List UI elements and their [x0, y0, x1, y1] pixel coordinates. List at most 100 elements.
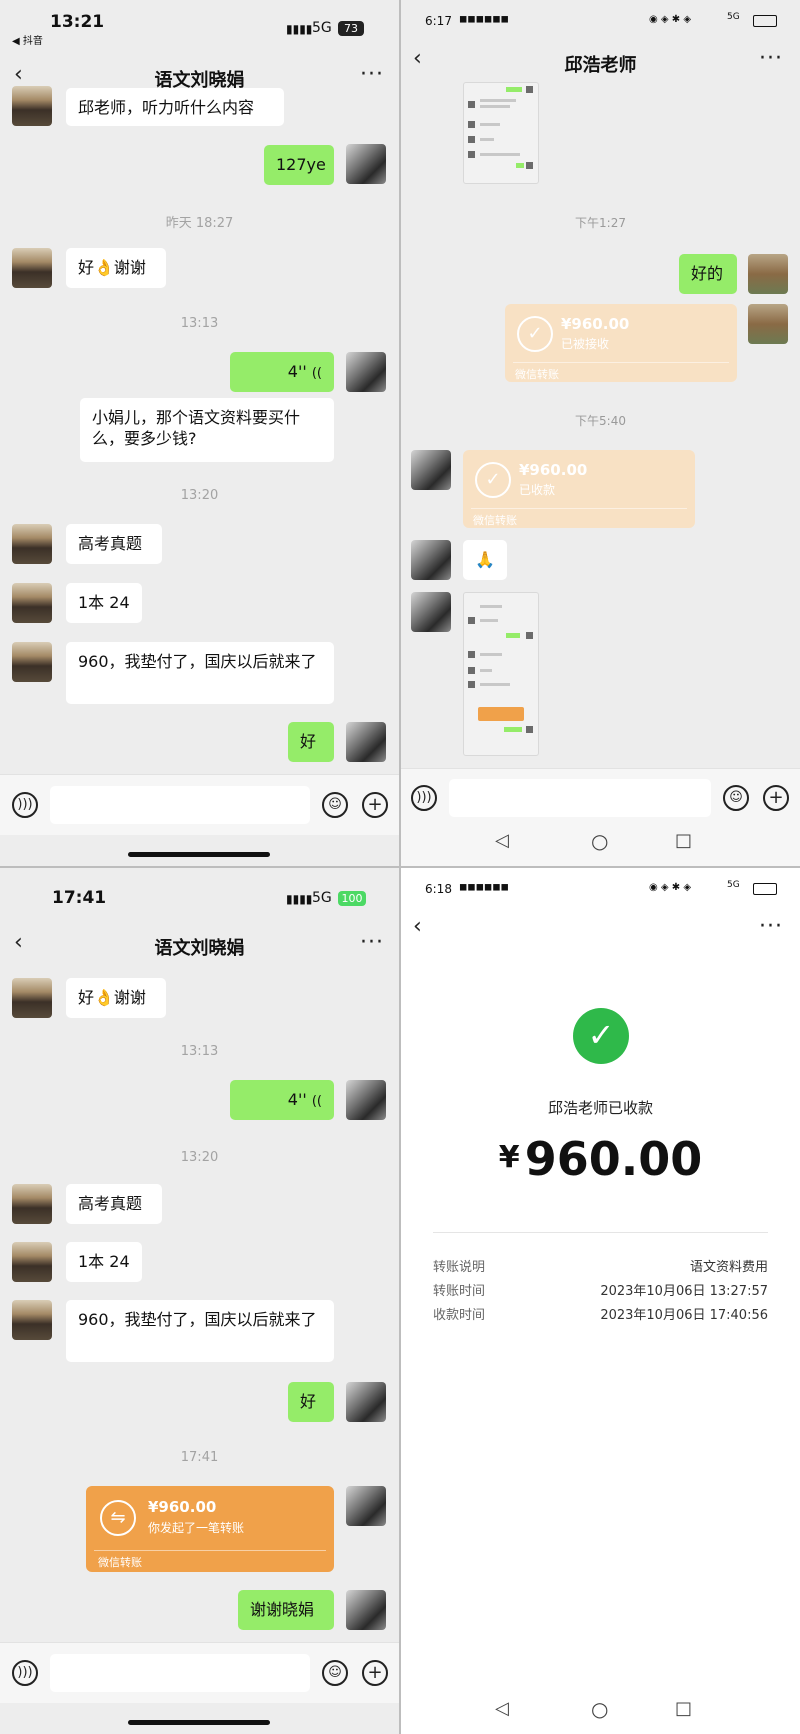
contact-avatar[interactable]: [411, 592, 451, 632]
back-to-app-link[interactable]: ◀ 抖音: [12, 32, 43, 47]
message-bubble: 好👌谢谢: [66, 978, 166, 1018]
message-bubble: 高考真题: [66, 524, 162, 564]
message-bubble: 高考真题: [66, 1184, 162, 1224]
nav-home-icon[interactable]: ○: [591, 829, 608, 853]
timestamp: 17:41: [180, 1450, 219, 1465]
row-value-transfer-time: 2023年10月06日 13:27:57: [600, 1284, 768, 1299]
self-avatar[interactable]: [346, 1486, 386, 1526]
emoji-icon[interactable]: ☺: [322, 1660, 348, 1686]
nav-recents-icon[interactable]: □: [675, 1698, 692, 1719]
row-value-receive-time: 2023年10月06日 17:40:56: [600, 1308, 768, 1323]
contact-avatar[interactable]: [12, 1184, 52, 1224]
receipt-amount: 960.00: [524, 1132, 703, 1186]
chat-title: 邱浩老师: [564, 55, 637, 76]
screenshot-image-message[interactable]: [463, 82, 539, 184]
chat-screen-liu-xiaojuan-2: 17:41 ▮▮▮▮ 5G 100 ‹ 语文刘晓娟 ··· 好👌谢谢 13:13…: [0, 868, 399, 1734]
notification-icons: ◼◼◼◼◼◼: [459, 14, 509, 25]
input-bar: ))) ☺ +: [0, 1642, 399, 1703]
more-options-icon[interactable]: ···: [759, 914, 783, 939]
timestamp: 13:13: [180, 316, 219, 331]
message-input[interactable]: [449, 779, 711, 817]
contact-avatar[interactable]: [12, 583, 52, 623]
self-avatar[interactable]: [346, 722, 386, 762]
message-bubble: 1本 24: [66, 583, 142, 623]
transfer-card-sent[interactable]: ⇋ ¥960.00 你发起了一笔转账 微信转账: [86, 1486, 334, 1572]
contact-avatar[interactable]: [12, 86, 52, 126]
status-time: 17:41: [52, 888, 107, 908]
battery-icon: 73: [338, 21, 364, 36]
nav-home-icon[interactable]: ○: [591, 1697, 608, 1721]
plus-icon[interactable]: +: [362, 1660, 388, 1686]
voice-message[interactable]: 4'' ((: [230, 1080, 334, 1120]
emoji-message: 🙏: [463, 540, 507, 580]
self-avatar[interactable]: [346, 352, 386, 392]
divider: [433, 1232, 768, 1233]
voice-input-icon[interactable]: ))): [12, 792, 38, 818]
message-bubble-self: 好的: [679, 254, 737, 294]
transfer-amount: ¥960.00: [519, 461, 588, 479]
success-check-icon: ✓: [573, 1008, 629, 1064]
system-status-icons: ◉ ◈ ✱ ◈: [649, 882, 692, 893]
contact-avatar[interactable]: [12, 1300, 52, 1340]
contact-avatar[interactable]: [411, 540, 451, 580]
screenshot-image-message[interactable]: [463, 592, 539, 756]
chat-title: 语文刘晓娟: [154, 938, 245, 959]
voice-duration: 4'': [287, 362, 307, 381]
contact-avatar[interactable]: [411, 450, 451, 490]
timestamp: 下午5:40: [575, 414, 626, 428]
timestamp: 13:20: [180, 488, 219, 503]
back-icon[interactable]: ‹: [413, 914, 422, 939]
timestamp: 下午1:27: [575, 216, 626, 230]
transfer-card-received[interactable]: ✓ ¥960.00 已被接收 微信转账: [505, 304, 737, 382]
transfer-status: 你发起了一笔转账: [148, 1521, 245, 1535]
plus-icon[interactable]: +: [763, 785, 789, 811]
transfer-footer: 微信转账: [98, 1556, 142, 1569]
timestamp: 昨天 18:27: [165, 216, 234, 231]
contact-avatar[interactable]: [12, 978, 52, 1018]
self-avatar[interactable]: [346, 1590, 386, 1630]
transfer-card-collected[interactable]: ✓ ¥960.00 已收款 微信转账: [463, 450, 695, 528]
emoji-icon[interactable]: ☺: [322, 792, 348, 818]
contact-avatar[interactable]: [12, 524, 52, 564]
message-input[interactable]: [50, 1654, 310, 1692]
message-bubble: 960，我垫付了，国庆以后就来了: [66, 1300, 334, 1362]
message-input[interactable]: [50, 786, 310, 824]
contact-avatar[interactable]: [12, 1242, 52, 1282]
transfer-arrows-icon: ⇋: [100, 1500, 136, 1536]
home-indicator: [128, 852, 270, 857]
self-avatar[interactable]: [346, 144, 386, 184]
emoji-icon[interactable]: ☺: [723, 785, 749, 811]
more-options-icon[interactable]: ···: [360, 930, 384, 955]
self-avatar[interactable]: [748, 254, 788, 294]
message-bubble: 邱老师，听力听什么内容: [66, 88, 284, 126]
nav-back-icon[interactable]: ◁: [495, 830, 509, 851]
status-time: 13:21: [50, 12, 105, 32]
voice-input-icon[interactable]: ))): [411, 785, 437, 811]
check-circle-icon: ✓: [475, 462, 511, 498]
contact-avatar[interactable]: [12, 248, 52, 288]
contact-avatar[interactable]: [12, 642, 52, 682]
row-label-receive-time: 收款时间: [433, 1308, 486, 1323]
nav-recents-icon[interactable]: □: [675, 830, 692, 851]
voice-message[interactable]: 4'' ((: [230, 352, 334, 392]
self-avatar[interactable]: [346, 1382, 386, 1422]
network-label: 5G: [312, 890, 332, 906]
message-bubble-self: 好: [288, 722, 334, 762]
network-label: 5G: [727, 880, 740, 890]
signal-icon: ▮▮▮▮: [286, 22, 313, 36]
more-options-icon[interactable]: ···: [360, 62, 384, 87]
nav-back-icon[interactable]: ◁: [495, 1698, 509, 1719]
transfer-footer: 微信转账: [515, 368, 559, 381]
more-options-icon[interactable]: ···: [759, 46, 783, 71]
self-avatar[interactable]: [346, 1080, 386, 1120]
network-label: 5G: [312, 20, 332, 36]
status-time: 6:18: [425, 882, 452, 896]
self-avatar[interactable]: [748, 304, 788, 344]
row-label-transfer-time: 转账时间: [433, 1284, 486, 1299]
transfer-amount: ¥960.00: [561, 315, 630, 333]
voice-input-icon[interactable]: ))): [12, 1660, 38, 1686]
transfer-amount: ¥960.00: [148, 1498, 217, 1516]
transfer-status: 已被接收: [561, 337, 610, 351]
plus-icon[interactable]: +: [362, 792, 388, 818]
message-bubble: 1本 24: [66, 1242, 142, 1282]
